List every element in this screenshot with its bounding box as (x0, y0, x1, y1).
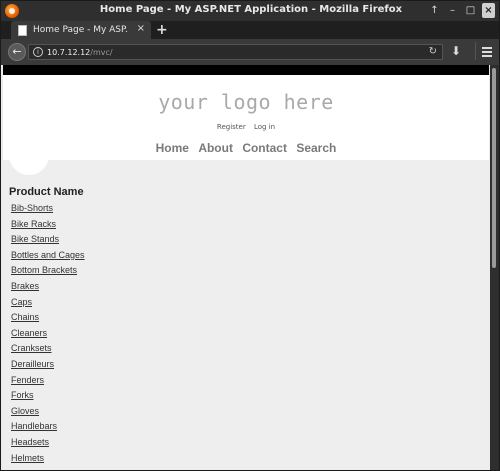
product-link[interactable]: Helmets (11, 453, 44, 463)
top-strip (3, 65, 489, 75)
product-link[interactable]: Cleaners (11, 328, 47, 338)
reload-icon[interactable]: ↻ (429, 46, 437, 57)
page-viewport: your logo here Register Log in Home Abou… (3, 65, 489, 470)
download-icon[interactable]: ⬇ (451, 44, 461, 58)
list-item: Gloves (11, 406, 85, 422)
product-link[interactable]: Bike Stands (11, 234, 59, 244)
product-link[interactable]: Forks (11, 390, 34, 400)
site-header: your logo here Register Log in Home Abou… (3, 75, 489, 160)
list-item: Chains (11, 312, 85, 328)
section-title: Product Name (9, 186, 84, 198)
title-bar: Home Page - My ASP.NET Application - Moz… (1, 1, 499, 21)
list-item: Handlebars (11, 421, 85, 437)
product-link[interactable]: Headsets (11, 437, 49, 447)
product-link[interactable]: Handlebars (11, 421, 57, 431)
product-link[interactable]: Brakes (11, 281, 39, 291)
list-item: Forks (11, 390, 85, 406)
info-icon[interactable]: i (33, 47, 43, 57)
product-link[interactable]: Bottles and Cages (11, 250, 85, 260)
decorative-circle (9, 149, 49, 175)
tab-bar: Home Page - My ASP. × + (1, 21, 499, 39)
product-link[interactable]: Gloves (11, 406, 39, 416)
login-links: Register Log in (3, 123, 489, 131)
list-item: Cleaners (11, 328, 85, 344)
nav-contact[interactable]: Contact (242, 141, 287, 155)
tab-close-icon[interactable]: × (137, 23, 145, 34)
list-item: Derailleurs (11, 359, 85, 375)
list-item: Headsets (11, 437, 85, 453)
product-link[interactable]: Bike Racks (11, 219, 56, 229)
register-link[interactable]: Register (217, 123, 246, 131)
list-item: Bottles and Cages (11, 250, 85, 266)
maximize-icon[interactable]: □ (464, 3, 477, 18)
list-item: Helmets (11, 453, 85, 469)
nav-home[interactable]: Home (156, 141, 189, 155)
close-window-icon[interactable]: × (482, 3, 495, 18)
list-item: Bib-Shorts (11, 203, 85, 219)
nav-search[interactable]: Search (296, 141, 336, 155)
nav-about[interactable]: About (198, 141, 233, 155)
site-logo[interactable]: your logo here (3, 90, 489, 114)
list-item: Caps (11, 297, 85, 313)
navigation-bar: ← i 10.7.12.12/mvc/ ↻ ⬇ (1, 39, 499, 65)
product-list: Bib-Shorts Bike Racks Bike Stands Bottles a… (11, 203, 85, 468)
window-title: Home Page - My ASP.NET Application - Moz… (99, 4, 403, 15)
product-link[interactable]: Fenders (11, 375, 44, 385)
product-link[interactable]: Cranksets (11, 343, 52, 353)
hamburger-menu-icon[interactable] (475, 42, 495, 60)
product-link[interactable]: Bottom Brackets (11, 265, 77, 275)
list-item: Bottom Brackets (11, 265, 85, 281)
scrollbar[interactable] (490, 65, 499, 470)
page-icon (18, 25, 27, 36)
back-arrow-icon[interactable]: ← (8, 43, 26, 61)
url-path: /mvc/ (90, 48, 113, 57)
list-item: Brakes (11, 281, 85, 297)
url-bar[interactable]: i 10.7.12.12/mvc/ ↻ (28, 44, 443, 60)
list-item: Fenders (11, 375, 85, 391)
product-link[interactable]: Caps (11, 297, 32, 307)
tab-label: Home Page - My ASP. (33, 25, 128, 35)
list-item: Cranksets (11, 343, 85, 359)
list-item: Bike Racks (11, 219, 85, 235)
scroll-thumb[interactable] (492, 68, 496, 268)
login-link[interactable]: Log in (254, 123, 275, 131)
keep-above-icon[interactable]: ↑ (428, 3, 441, 18)
product-link[interactable]: Bib-Shorts (11, 203, 53, 213)
list-item: Bike Stands (11, 234, 85, 250)
product-link[interactable]: Chains (11, 312, 39, 322)
url-host: 10.7.12.12 (47, 48, 91, 57)
new-tab-button[interactable]: + (156, 22, 168, 38)
minimize-icon[interactable]: – (446, 3, 459, 18)
product-link[interactable]: Derailleurs (11, 359, 54, 369)
window-controls: ↑ – □ × (428, 3, 495, 18)
url-text[interactable]: 10.7.12.12/mvc/ (47, 48, 113, 57)
main-nav: Home About Contact Search (3, 141, 489, 155)
tab-home-page[interactable]: Home Page - My ASP. × (11, 21, 151, 39)
browser-window: Home Page - My ASP.NET Application - Moz… (0, 0, 500, 471)
